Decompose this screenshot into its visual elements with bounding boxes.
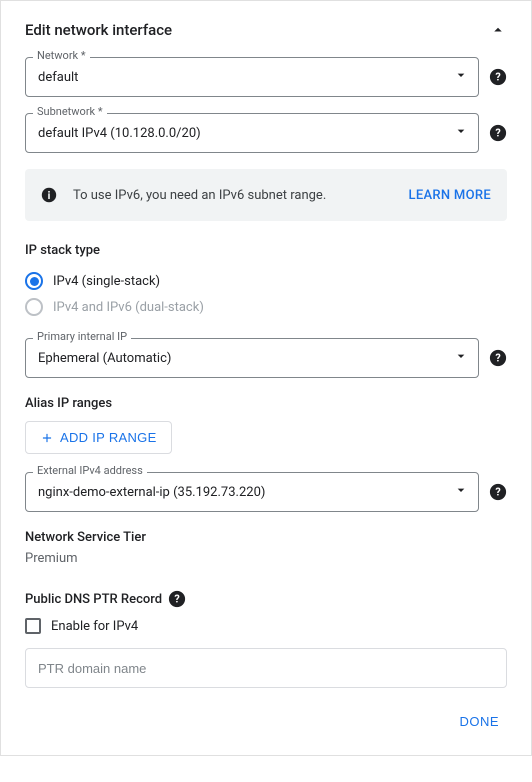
ip-stack-label: IP stack type (25, 243, 507, 258)
info-text: To use IPv6, you need an IPv6 subnet ran… (73, 188, 393, 203)
svg-text:?: ? (495, 352, 500, 365)
primary-internal-ip-field: Primary internal IP Ephemeral (Automatic… (25, 338, 507, 378)
add-ip-range-button[interactable]: ADD IP RANGE (25, 421, 172, 454)
enable-ipv4-label: Enable for IPv4 (51, 619, 138, 634)
help-icon[interactable]: ? (489, 483, 507, 501)
subnetwork-select[interactable]: default IPv4 (10.128.0.0/20) (25, 113, 479, 153)
enable-ipv4-checkbox-row[interactable]: Enable for IPv4 (25, 618, 507, 634)
radio-label: IPv4 (single-stack) (53, 274, 160, 289)
help-icon[interactable]: ? (489, 124, 507, 142)
help-icon[interactable]: ? (489, 68, 507, 86)
help-icon[interactable]: ? (489, 349, 507, 367)
checkbox-icon (25, 618, 41, 634)
radio-icon (25, 272, 43, 290)
svg-text:?: ? (495, 127, 500, 140)
network-value: default (38, 70, 78, 85)
svg-text:?: ? (495, 486, 500, 499)
learn-more-link[interactable]: LEARN MORE (409, 188, 491, 203)
subnetwork-field: Subnetwork * default IPv4 (10.128.0.0/20… (25, 113, 507, 153)
panel-title: Edit network interface (25, 21, 172, 39)
primary-internal-label: Primary internal IP (33, 330, 131, 343)
network-select[interactable]: default (25, 57, 479, 97)
external-ipv4-field: External IPv4 address nginx-demo-externa… (25, 472, 507, 512)
radio-ipv4-ipv6-dual: IPv4 and IPv6 (dual-stack) (25, 294, 507, 320)
ptr-domain-input[interactable] (25, 648, 507, 688)
plus-icon (40, 431, 54, 445)
ipv6-info-banner: To use IPv6, you need an IPv6 subnet ran… (25, 169, 507, 221)
info-icon (41, 187, 57, 203)
network-service-tier-value: Premium (25, 551, 507, 566)
collapse-icon[interactable] (489, 21, 507, 39)
ip-stack-radio-group: IPv4 (single-stack) IPv4 and IPv6 (dual-… (25, 268, 507, 320)
ptr-record-label: Public DNS PTR Record ? (25, 590, 507, 608)
radio-label: IPv4 and IPv6 (dual-stack) (53, 300, 204, 315)
panel-header: Edit network interface (25, 21, 507, 39)
network-label: Network * (33, 49, 90, 62)
actions-row: DONE (25, 708, 507, 735)
external-ipv4-select[interactable]: nginx-demo-external-ip (35.192.73.220) (25, 472, 479, 512)
done-button[interactable]: DONE (451, 708, 507, 735)
alias-ip-label: Alias IP ranges (25, 396, 507, 411)
subnetwork-value: default IPv4 (10.128.0.0/20) (38, 126, 201, 141)
svg-text:?: ? (174, 593, 179, 606)
primary-internal-select[interactable]: Ephemeral (Automatic) (25, 338, 479, 378)
help-icon[interactable]: ? (168, 590, 186, 608)
svg-text:?: ? (495, 71, 500, 84)
edit-network-interface-panel: Edit network interface Network * default… (0, 0, 532, 756)
network-field: Network * default ? (25, 57, 507, 97)
radio-icon (25, 298, 43, 316)
primary-internal-value: Ephemeral (Automatic) (38, 351, 171, 366)
radio-ipv4-single[interactable]: IPv4 (single-stack) (25, 268, 507, 294)
subnetwork-label: Subnetwork * (33, 105, 107, 118)
external-ipv4-value: nginx-demo-external-ip (35.192.73.220) (38, 485, 265, 500)
network-service-tier-label: Network Service Tier (25, 530, 507, 545)
add-ip-range-label: ADD IP RANGE (60, 430, 157, 445)
external-ipv4-label: External IPv4 address (33, 464, 147, 477)
ptr-record-label-text: Public DNS PTR Record (25, 592, 162, 607)
